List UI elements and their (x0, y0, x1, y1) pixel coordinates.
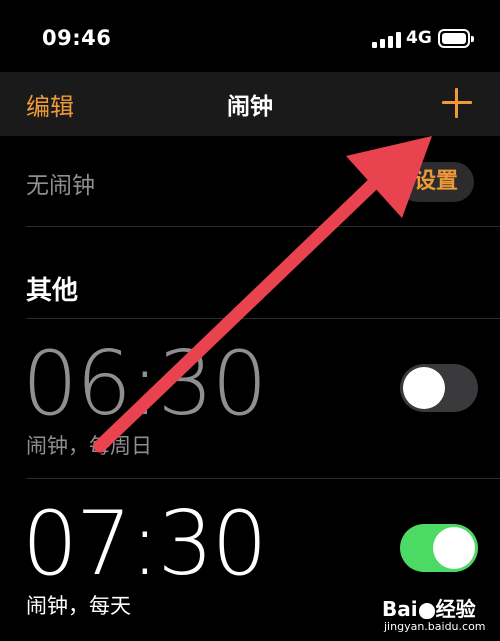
setup-button[interactable]: 设置 (398, 162, 474, 202)
section-header-other: 其他 (26, 276, 79, 306)
alarm-subtitle: 闹钟，每周日 (26, 434, 152, 458)
toggle-knob (433, 527, 475, 569)
status-time: 09:46 (42, 26, 112, 50)
status-bar: 09:46 4G (0, 0, 500, 80)
alarm-time: 07:30 (22, 492, 268, 595)
alarm-toggle[interactable] (400, 524, 478, 572)
alarm-toggle[interactable] (400, 364, 478, 412)
battery-icon (438, 29, 474, 48)
nav-bar: 编辑 闹钟 (0, 72, 500, 136)
paw-icon (418, 602, 435, 619)
add-alarm-button[interactable] (442, 88, 472, 118)
baidu-jingyan-watermark: Bai 经验 jingyan.baidu.com (382, 597, 486, 633)
alarm-row[interactable]: 06:30 闹钟，每周日 (0, 318, 500, 478)
toggle-knob (403, 367, 445, 409)
divider (26, 226, 500, 227)
alarm-time: 06:30 (22, 332, 268, 435)
signal-icon (372, 32, 402, 48)
page-title: 闹钟 (227, 94, 273, 120)
no-alarm-label: 无闹钟 (26, 173, 95, 199)
network-type: 4G (406, 28, 432, 48)
edit-button[interactable]: 编辑 (26, 87, 74, 122)
alarm-subtitle: 闹钟，每天 (26, 594, 131, 618)
sleep-alarm-row: 无闹钟 设置 (0, 136, 500, 226)
